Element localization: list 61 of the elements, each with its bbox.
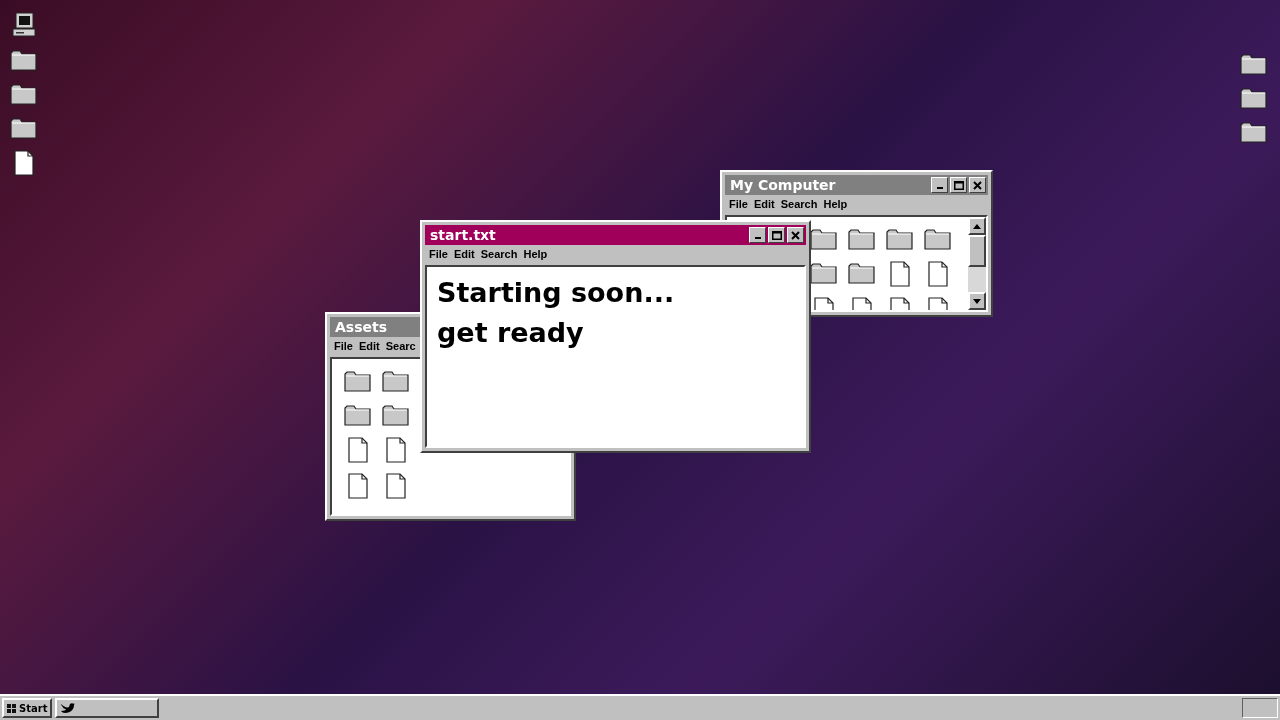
taskbar-task-button[interactable] (55, 698, 160, 718)
file-icon[interactable] (927, 261, 949, 287)
file-icon[interactable] (889, 261, 911, 287)
up-arrow-icon (973, 223, 981, 229)
menu-item[interactable]: File (729, 195, 748, 213)
bird-icon (61, 702, 76, 714)
folder-icon[interactable] (1240, 120, 1268, 144)
menu-item[interactable]: Help (523, 245, 548, 263)
folder-icon[interactable] (382, 369, 410, 393)
folder-icon[interactable] (810, 261, 838, 285)
down-arrow-icon (973, 298, 981, 304)
folder-icon[interactable] (1240, 52, 1268, 76)
maximize-button[interactable] (950, 177, 967, 193)
minimize-button[interactable] (931, 177, 948, 193)
close-button[interactable] (969, 177, 986, 193)
system-tray (1242, 698, 1278, 718)
file-icon[interactable] (347, 437, 369, 463)
folder-icon[interactable] (10, 116, 38, 140)
menu-item[interactable]: Edit (453, 245, 475, 263)
scroll-up-button[interactable] (968, 217, 986, 235)
start-button[interactable]: Start (2, 698, 53, 718)
folder-icon[interactable] (344, 403, 372, 427)
file-icon[interactable] (13, 150, 35, 176)
folder-icon[interactable] (10, 48, 38, 72)
maximize-button[interactable] (768, 227, 785, 243)
computer-icon[interactable] (11, 12, 37, 38)
folder-icon[interactable] (924, 227, 952, 251)
maximize-icon (953, 180, 964, 190)
grid-icon (7, 703, 16, 713)
document-text: get ready (437, 316, 585, 350)
menu-item[interactable]: File (429, 245, 448, 263)
menu-item[interactable]: Help (823, 195, 848, 213)
maximize-icon (771, 230, 782, 240)
folder-icon[interactable] (848, 227, 876, 251)
window-title: Assets (335, 317, 388, 337)
menu-item[interactable]: Edit (753, 195, 775, 213)
folder-icon[interactable] (382, 403, 410, 427)
document-text: Starting soon... (437, 276, 675, 310)
window-title: My Computer (730, 175, 836, 195)
folder-icon[interactable] (848, 261, 876, 285)
file-icon[interactable] (347, 473, 369, 499)
menu-item[interactable]: Search (480, 245, 518, 263)
scroll-down-button[interactable] (968, 292, 986, 310)
folder-icon[interactable] (886, 227, 914, 251)
folder-icon[interactable] (810, 227, 838, 251)
window-title: start.txt (430, 225, 496, 245)
file-icon[interactable] (385, 437, 407, 463)
file-icon[interactable] (385, 473, 407, 499)
folder-icon[interactable] (10, 82, 38, 106)
scrollbar[interactable] (968, 217, 986, 310)
folder-icon[interactable] (344, 369, 372, 393)
close-icon (791, 230, 800, 240)
menu-item[interactable]: Searc (385, 337, 416, 355)
scroll-thumb[interactable] (968, 235, 986, 267)
folder-icon[interactable] (1240, 86, 1268, 110)
menu-item[interactable]: Edit (358, 337, 380, 355)
menu-item[interactable]: File (334, 337, 353, 355)
close-icon (973, 180, 982, 190)
close-button[interactable] (787, 227, 804, 243)
menu-item[interactable]: Search (780, 195, 818, 213)
minimize-button[interactable] (749, 227, 766, 243)
